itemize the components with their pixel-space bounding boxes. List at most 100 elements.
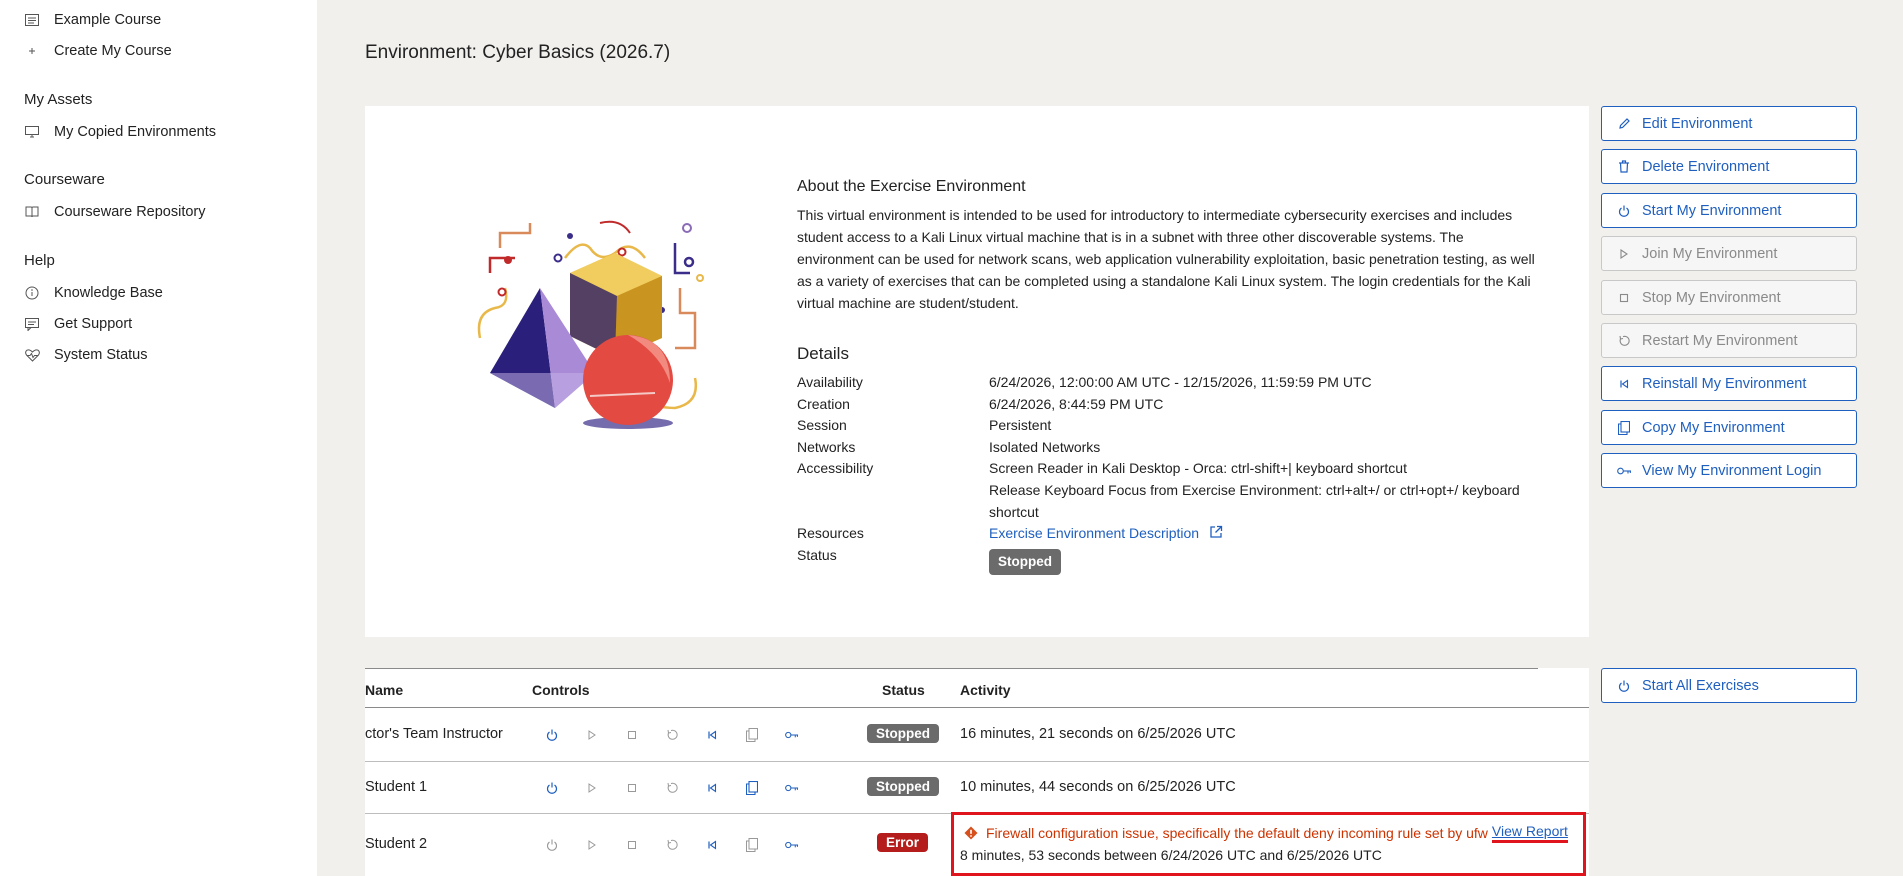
chat-icon xyxy=(24,316,40,332)
stop-control-icon[interactable] xyxy=(625,728,639,742)
creation-value: 6/24/2026, 8:44:59 PM UTC xyxy=(989,396,1164,412)
sidebar-item-label: Courseware Repository xyxy=(54,204,206,220)
sidebar-heading-my-assets: My Assets xyxy=(24,91,93,108)
restart-control-icon[interactable] xyxy=(665,781,679,795)
button-label: Restart My Environment xyxy=(1642,332,1798,349)
key-icon xyxy=(1616,466,1632,476)
accessibility-label: Accessibility xyxy=(797,460,874,476)
status-badge: Stopped xyxy=(867,724,939,743)
session-value: Persistent xyxy=(989,417,1052,433)
join-control-icon[interactable] xyxy=(585,781,599,795)
sidebar-item-label: My Copied Environments xyxy=(54,124,216,140)
row-activity: 16 minutes, 21 seconds on 6/25/2026 UTC xyxy=(960,726,1236,742)
reinstall-control-icon[interactable] xyxy=(705,838,719,852)
button-label: Stop My Environment xyxy=(1642,289,1781,306)
row-activity: 10 minutes, 44 seconds on 6/25/2026 UTC xyxy=(960,779,1236,795)
copy-control-icon[interactable] xyxy=(745,728,759,742)
start-all-exercises-button[interactable]: Start All Exercises xyxy=(1601,668,1857,703)
row-name: Student 1 xyxy=(365,779,428,795)
sidebar-item-courseware-repository[interactable]: Courseware Repository xyxy=(24,201,206,223)
plus-icon xyxy=(24,43,40,59)
row-status: Error xyxy=(877,833,929,852)
copy-icon xyxy=(1616,420,1632,435)
sidebar-item-create-my-course[interactable]: Create My Course xyxy=(24,40,172,62)
login-control-icon[interactable] xyxy=(785,728,799,742)
view-my-environment-login-button[interactable]: View My Environment Login xyxy=(1601,453,1857,488)
sidebar-item-system-status[interactable]: System Status xyxy=(24,344,147,366)
stop-icon xyxy=(1616,293,1632,303)
sidebar-item-my-copied-environments[interactable]: My Copied Environments xyxy=(24,121,216,143)
networks-label: Networks xyxy=(797,439,856,455)
error-message-text: Firewall configuration issue, specifical… xyxy=(986,825,1488,841)
row-name: Student 2 xyxy=(365,836,428,852)
info-icon xyxy=(24,285,40,301)
restart-control-icon[interactable] xyxy=(665,838,679,852)
sidebar-heading-courseware: Courseware xyxy=(24,171,105,188)
power-icon xyxy=(1616,205,1632,217)
status-label: Status xyxy=(797,547,837,563)
trash-icon xyxy=(1616,160,1632,173)
column-header-name: Name xyxy=(365,682,404,698)
join-control-icon[interactable] xyxy=(585,838,599,852)
start-control-icon[interactable] xyxy=(545,838,559,852)
sidebar-item-knowledge-base[interactable]: Knowledge Base xyxy=(24,282,163,304)
copy-my-environment-button[interactable]: Copy My Environment xyxy=(1601,410,1857,445)
edit-environment-button[interactable]: Edit Environment xyxy=(1601,106,1857,141)
column-header-activity: Activity xyxy=(960,682,1011,698)
sidebar-heading-help: Help xyxy=(24,252,55,269)
sidebar-item-example-course[interactable]: Example Course xyxy=(24,9,161,31)
environment-illustration xyxy=(477,220,704,429)
skip-back-icon xyxy=(1616,378,1632,389)
button-label: Reinstall My Environment xyxy=(1642,375,1807,392)
column-header-status: Status xyxy=(882,682,925,698)
restart-icon xyxy=(1616,335,1632,347)
button-label: Delete Environment xyxy=(1642,158,1770,175)
row-status: Stopped xyxy=(867,777,939,796)
login-control-icon[interactable] xyxy=(785,838,799,852)
resources-label: Resources xyxy=(797,525,864,541)
availability-label: Availability xyxy=(797,374,863,390)
view-report-link[interactable]: View Report xyxy=(1491,823,1568,843)
reinstall-control-icon[interactable] xyxy=(705,728,719,742)
copy-control-icon[interactable] xyxy=(745,838,759,852)
restart-my-environment-button[interactable]: Restart My Environment xyxy=(1601,323,1857,358)
sidebar-item-label: Create My Course xyxy=(54,43,172,59)
delete-environment-button[interactable]: Delete Environment xyxy=(1601,149,1857,184)
join-my-environment-button[interactable]: Join My Environment xyxy=(1601,236,1857,271)
resources-value: Exercise Environment Description xyxy=(989,522,1549,545)
session-label: Session xyxy=(797,417,847,433)
external-link-icon[interactable] xyxy=(1209,523,1223,545)
sidebar-item-label: Knowledge Base xyxy=(54,285,163,301)
sidebar: Example Course Create My Course My Asset… xyxy=(0,0,317,876)
button-label: Join My Environment xyxy=(1642,245,1778,262)
start-control-icon[interactable] xyxy=(545,781,559,795)
reinstall-my-environment-button[interactable]: Reinstall My Environment xyxy=(1601,366,1857,401)
heart-pulse-icon xyxy=(24,347,40,363)
sidebar-item-get-support[interactable]: Get Support xyxy=(24,313,132,335)
button-label: Start My Environment xyxy=(1642,202,1782,219)
reinstall-control-icon[interactable] xyxy=(705,781,719,795)
button-label: Copy My Environment xyxy=(1642,419,1785,436)
login-control-icon[interactable] xyxy=(785,781,799,795)
exercise-environment-description-link[interactable]: Exercise Environment Description xyxy=(989,525,1199,541)
power-icon xyxy=(1616,680,1632,692)
error-message: Firewall configuration issue, specifical… xyxy=(964,823,1568,843)
button-label: Start All Exercises xyxy=(1642,677,1759,694)
restart-control-icon[interactable] xyxy=(665,728,679,742)
table-top-divider xyxy=(365,668,1538,669)
row-status: Stopped xyxy=(867,724,939,743)
stop-control-icon[interactable] xyxy=(625,838,639,852)
creation-label: Creation xyxy=(797,396,850,412)
stop-my-environment-button[interactable]: Stop My Environment xyxy=(1601,280,1857,315)
join-control-icon[interactable] xyxy=(585,728,599,742)
copy-control-icon[interactable] xyxy=(745,781,759,795)
start-my-environment-button[interactable]: Start My Environment xyxy=(1601,193,1857,228)
stop-control-icon[interactable] xyxy=(625,781,639,795)
page-title: Environment: Cyber Basics (2026.7) xyxy=(365,42,671,63)
monitor-icon xyxy=(24,124,40,140)
sidebar-item-label: System Status xyxy=(54,347,148,363)
button-label: View My Environment Login xyxy=(1642,462,1822,479)
status-badge: Stopped xyxy=(989,549,1061,575)
accessibility-value-2: Release Keyboard Focus from Exercise Env… xyxy=(989,482,1520,520)
start-control-icon[interactable] xyxy=(545,728,559,742)
